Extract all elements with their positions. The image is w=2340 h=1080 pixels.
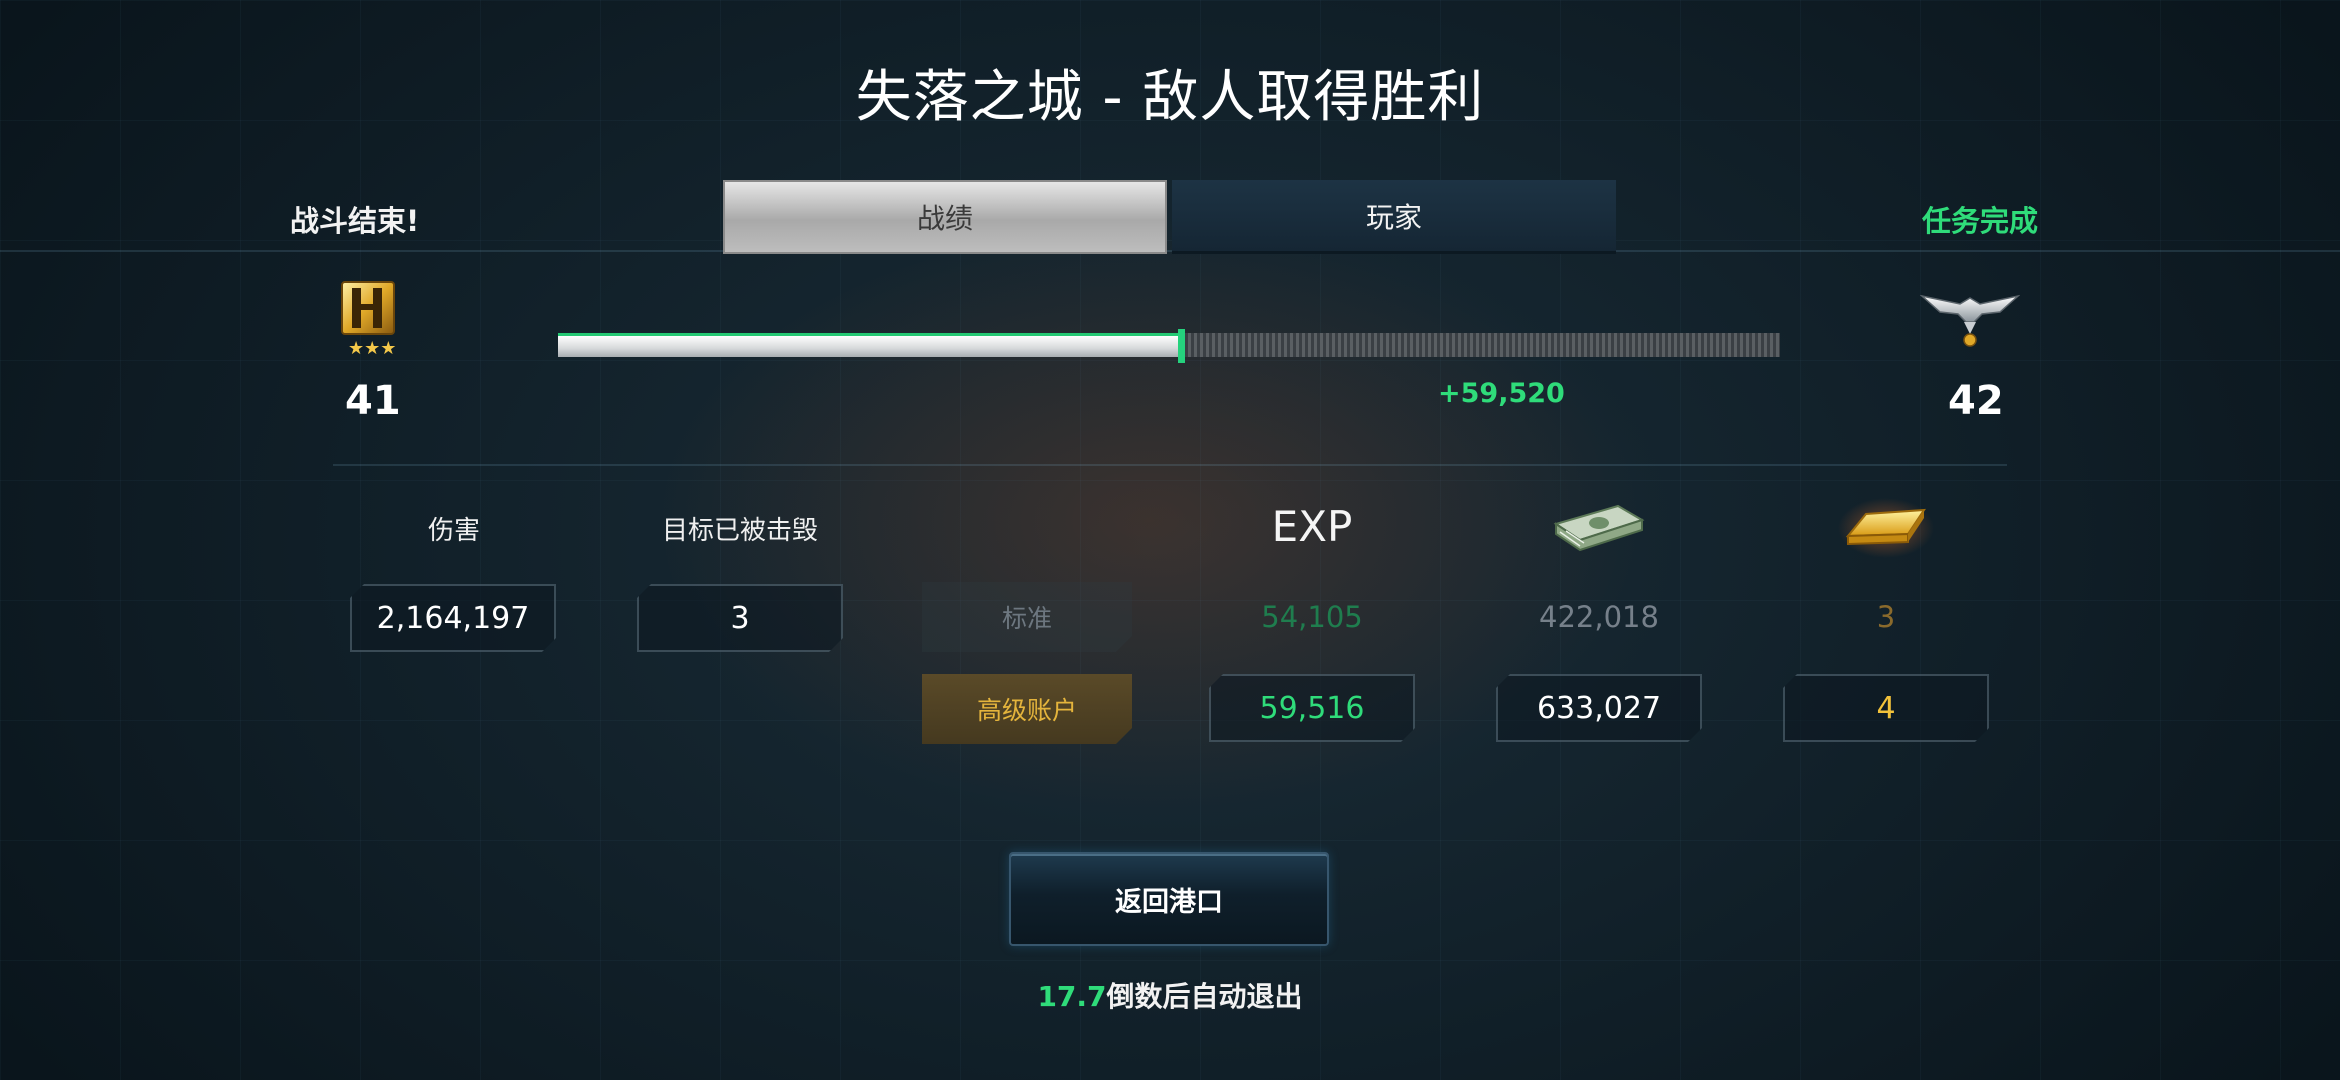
tab-stats[interactable]: 战绩 (723, 180, 1167, 254)
standard-exp-value: 54,105 (1261, 600, 1363, 634)
silver-eagle-rank-icon (1919, 290, 2021, 352)
xp-progress-fill (558, 333, 1181, 357)
xp-progress-marker (1178, 329, 1185, 363)
premium-exp-value: 59,516 (1209, 674, 1415, 742)
standard-tier-label: 标准 (922, 582, 1132, 652)
return-to-port-button[interactable]: 返回港口 (1009, 852, 1329, 946)
auto-exit-countdown: 17.7倒数后自动退出 (0, 975, 2340, 1015)
exp-label: EXP (1271, 502, 1353, 551)
premium-tier-label: 高级账户 (922, 674, 1132, 744)
header-divider (0, 250, 2340, 252)
damage-label: 伤害 (427, 516, 480, 546)
kills-label: 目标已被击毁 (661, 516, 818, 546)
cash-stack-icon (1552, 502, 1646, 558)
countdown-seconds: 17.7 (1037, 980, 1107, 1013)
premium-credits-value: 633,027 (1496, 674, 1702, 742)
tab-players[interactable]: 玩家 (1172, 180, 1616, 254)
gold-bar-icon (1838, 496, 1934, 562)
standard-credits-value: 422,018 (1539, 600, 1659, 634)
next-level: 42 (1948, 378, 2004, 424)
xp-progress-bar (558, 329, 1780, 363)
damage-value: 2,164,197 (350, 584, 556, 652)
svg-text:★★★: ★★★ (348, 338, 396, 358)
page-title: 失落之城 - 敌人取得胜利 (855, 65, 1485, 130)
stats-divider (333, 464, 2007, 466)
kills-value: 3 (637, 584, 843, 652)
battle-over-label: 战斗结束! (290, 204, 420, 238)
countdown-text: 倒数后自动退出 (1106, 980, 1303, 1013)
current-level: 41 (345, 378, 401, 424)
premium-gold-value: 4 (1783, 674, 1989, 742)
mission-complete-label: 任务完成 (1922, 204, 2039, 238)
xp-gain-label: +59,520 (1438, 378, 1565, 409)
gold-rank-insignia-icon: ★★★ (340, 280, 396, 362)
standard-gold-value: 3 (1876, 600, 1896, 634)
